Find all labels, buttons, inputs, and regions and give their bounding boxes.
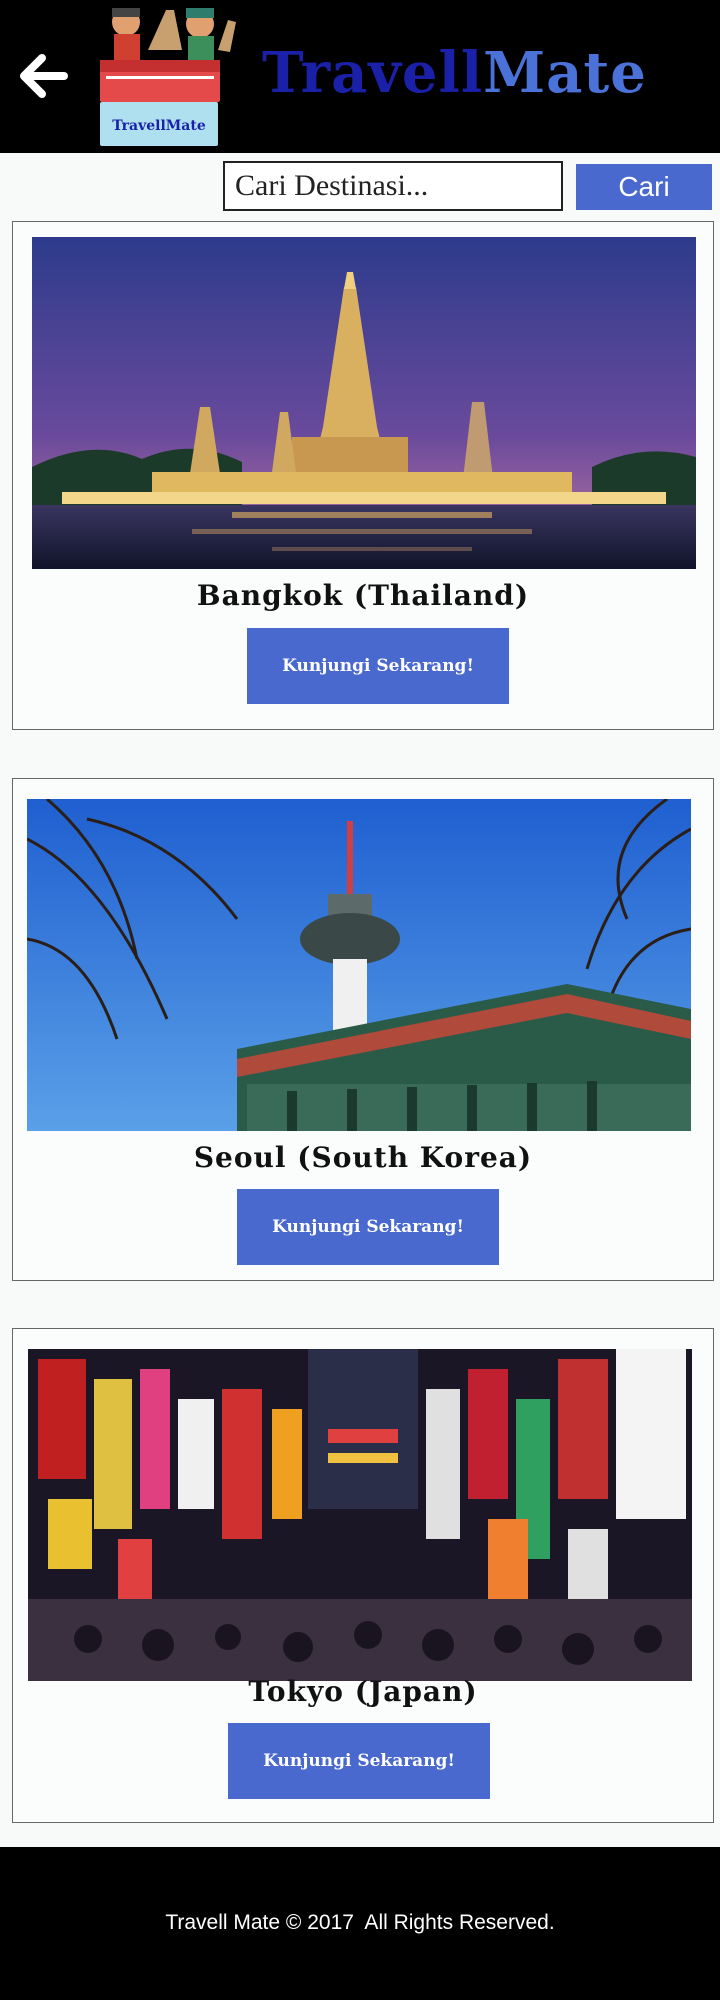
app-logo[interactable]: TravellMate xyxy=(78,0,248,148)
header: TravellMate TravellMate xyxy=(0,0,720,153)
search-button[interactable]: Cari xyxy=(576,164,712,210)
visit-now-button[interactable]: Kunjungi Sekarang! xyxy=(237,1189,499,1265)
brand-title-part2: Mate xyxy=(483,40,647,106)
footer-copyright: Travell Mate © 2017 All Rights Reserved. xyxy=(165,1911,555,1934)
seoul-tower-photo xyxy=(27,799,691,1131)
destination-card-bangkok: Bangkok (Thailand) Kunjungi Sekarang! xyxy=(12,221,714,730)
visit-now-button[interactable]: Kunjungi Sekarang! xyxy=(247,628,509,704)
visit-now-button[interactable]: Kunjungi Sekarang! xyxy=(228,1723,490,1799)
search-input[interactable] xyxy=(223,161,563,211)
footer: Travell Mate © 2017 All Rights Reserved. xyxy=(0,1847,720,2000)
arrow-left-icon[interactable] xyxy=(18,52,70,100)
brand-title: TravellMate xyxy=(262,40,647,106)
destination-card-seoul: Seoul (South Korea) Kunjungi Sekarang! xyxy=(12,778,714,1281)
destination-title: Seoul (South Korea) xyxy=(193,1141,533,1174)
tokyo-street-photo xyxy=(28,1349,692,1681)
brand-title-part1: Travell xyxy=(262,40,484,106)
logo-text: TravellMate xyxy=(112,118,206,134)
bangkok-temple-photo xyxy=(32,237,696,569)
destination-title: Tokyo (Japan) xyxy=(248,1675,478,1708)
destination-title: Bangkok (Thailand) xyxy=(196,579,530,612)
destination-card-tokyo: Tokyo (Japan) Kunjungi Sekarang! xyxy=(12,1328,714,1823)
